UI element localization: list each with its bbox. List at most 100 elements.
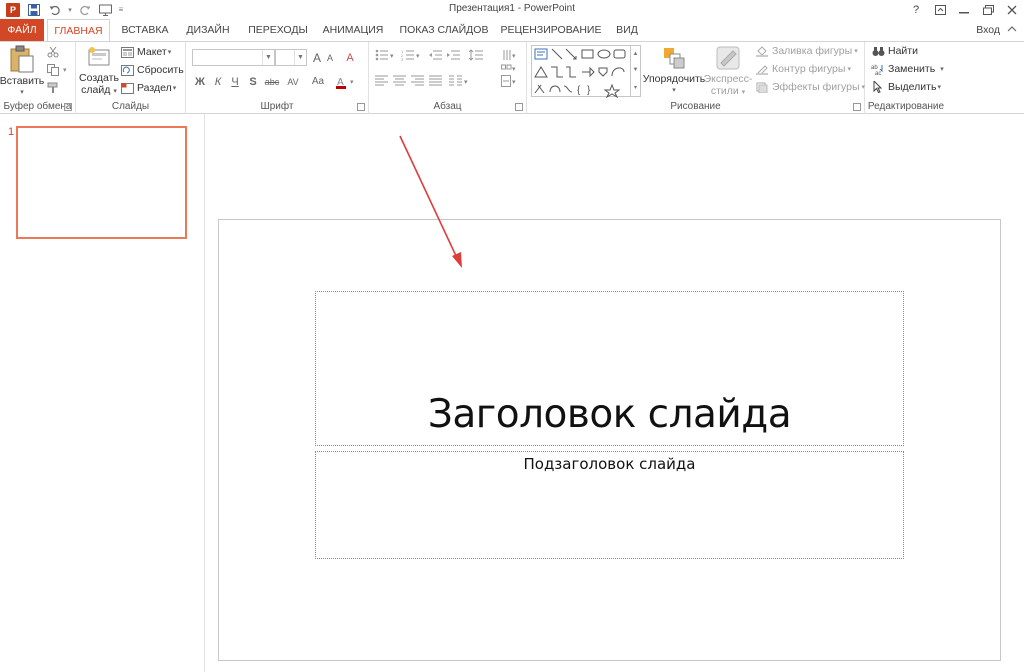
new-slide-icon: [88, 47, 110, 66]
align-center-icon[interactable]: [393, 75, 407, 87]
ribbon-display-options-icon[interactable]: [928, 0, 952, 19]
format-painter-icon: [46, 81, 60, 95]
columns-icon[interactable]: ▾: [449, 75, 471, 87]
tab-design[interactable]: ДИЗАЙН: [180, 19, 236, 41]
shape-outline-button[interactable]: Контур фигуры ▾: [755, 61, 851, 77]
effects-icon: [755, 80, 769, 94]
scissors-icon: [46, 45, 60, 59]
clear-format-button[interactable]: A: [343, 50, 357, 66]
thumbnail-number: 1: [8, 126, 15, 138]
align-left-icon[interactable]: [375, 75, 389, 87]
increase-indent-icon[interactable]: [447, 49, 461, 61]
justify-icon[interactable]: [429, 75, 443, 87]
paragraph-launcher-icon[interactable]: [515, 103, 523, 111]
select-label: Выделить: [888, 81, 937, 93]
bullets-button[interactable]: ▾: [375, 49, 397, 61]
slide-thumbnail-pane: 1: [0, 114, 205, 672]
copy-button[interactable]: ▾: [46, 62, 67, 78]
tab-view[interactable]: ВИД: [612, 19, 642, 41]
change-case-button[interactable]: Aa: [308, 74, 328, 90]
title-bar: P ▾ ≡ Презентация1 - PowerPoint ?: [0, 0, 1024, 19]
shrink-font-button[interactable]: A: [324, 50, 336, 66]
text-shadow-button[interactable]: S: [247, 74, 259, 90]
replace-button[interactable]: ab ac Заменить ▾: [871, 61, 944, 77]
tab-insert[interactable]: ВСТАВКА: [116, 19, 174, 41]
arrange-button[interactable]: Упорядочить ▾: [643, 45, 705, 97]
reset-button[interactable]: Сбросить: [120, 62, 184, 78]
subtitle-placeholder[interactable]: Подзаголовок слайда: [315, 451, 904, 559]
group-label-drawing: Рисование: [670, 101, 721, 112]
font-launcher-icon[interactable]: [357, 103, 365, 111]
ribbon: Вставить ▾ ▾ Буфер обмена Создать слайд …: [0, 41, 1024, 114]
underline-button[interactable]: Ч: [229, 74, 241, 90]
find-button[interactable]: Найти: [871, 43, 918, 59]
tab-slideshow[interactable]: ПОКАЗ СЛАЙДОВ: [396, 19, 492, 41]
clipboard-launcher-icon[interactable]: [64, 103, 72, 111]
font-name-dropdown-icon: ▼: [262, 50, 274, 65]
bullets-icon: ▾: [375, 49, 394, 61]
new-slide-label-2: слайд: [81, 84, 111, 96]
text-direction-icon[interactable]: ▾: [501, 49, 517, 61]
tab-file[interactable]: ФАЙЛ: [0, 19, 44, 41]
quick-styles-button[interactable]: Экспресс- стили ▾: [703, 45, 753, 99]
font-color-icon: A ▾: [336, 77, 354, 89]
section-button[interactable]: Раздел ▾: [120, 80, 176, 96]
svg-text:ac: ac: [875, 71, 881, 75]
align-text-icon[interactable]: ▾: [501, 75, 517, 87]
close-icon[interactable]: [1000, 0, 1024, 19]
shapes-gallery[interactable]: {}: [531, 45, 631, 98]
replace-icon: ab ac: [871, 62, 885, 76]
line-spacing-icon[interactable]: [469, 49, 489, 61]
drawing-launcher-icon[interactable]: [853, 103, 861, 111]
arrange-label: Упорядочить: [642, 73, 706, 85]
align-right-icon[interactable]: [411, 75, 425, 87]
shapes-gallery-scroll[interactable]: ▲ ▼ ▾: [631, 45, 641, 97]
tab-review[interactable]: РЕЦЕНЗИРОВАНИЕ: [500, 19, 602, 41]
group-label-font: Шрифт: [260, 101, 294, 112]
numbering-button[interactable]: 1 2 3 ▾: [401, 49, 423, 61]
slide[interactable]: Заголовок слайда Подзаголовок слайда: [218, 219, 1001, 661]
help-button[interactable]: ?: [904, 0, 928, 19]
window-title: Презентация1 - PowerPoint: [449, 3, 575, 14]
title-placeholder[interactable]: Заголовок слайда: [315, 291, 904, 446]
subtitle-placeholder-text: Подзаголовок слайда: [523, 455, 696, 473]
format-painter-button[interactable]: [46, 80, 63, 96]
minimize-icon[interactable]: [952, 0, 976, 19]
font-size-dropdown-icon: ▼: [294, 50, 306, 65]
grow-font-button[interactable]: A: [311, 50, 323, 66]
svg-text:▾: ▾: [512, 79, 516, 86]
bold-button[interactable]: Ж: [194, 74, 206, 90]
new-slide-button[interactable]: Создать слайд ▾: [78, 45, 120, 98]
cut-button[interactable]: [46, 44, 63, 60]
font-color-button[interactable]: A ▾: [336, 75, 360, 89]
slide-thumbnail[interactable]: [16, 126, 187, 239]
select-button[interactable]: Выделить ▾: [871, 79, 941, 95]
quick-styles-label-1: Экспресс-: [703, 73, 753, 85]
sign-in-link[interactable]: Вход: [976, 19, 1000, 41]
decrease-indent-icon[interactable]: [429, 49, 443, 61]
svg-text:▾: ▾: [512, 53, 516, 60]
collapse-ribbon-icon[interactable]: [1006, 24, 1018, 36]
group-editing: Найти ab ac Заменить ▾ Выделить ▾ Редактиро…: [865, 42, 947, 114]
svg-text:3: 3: [401, 57, 404, 61]
layout-button[interactable]: Макет ▾: [120, 44, 171, 60]
restore-icon[interactable]: [976, 0, 1000, 19]
font-size-combo[interactable]: ▼: [275, 49, 307, 66]
tab-animations[interactable]: АНИМАЦИЯ: [318, 19, 388, 41]
group-slides: Создать слайд ▾ Макет ▾ Сбросить Раздел ▾ …: [76, 42, 186, 114]
italic-button[interactable]: К: [212, 74, 224, 90]
smartart-icon[interactable]: ▾: [501, 62, 517, 74]
character-spacing-button[interactable]: AV: [284, 74, 302, 90]
strikethrough-button[interactable]: abc: [263, 74, 281, 90]
replace-label: Заменить: [888, 63, 936, 75]
shape-effects-button[interactable]: Эффекты фигуры ▾: [755, 79, 865, 95]
tab-home[interactable]: ГЛАВНАЯ: [47, 19, 110, 42]
shape-outline-label: Контур фигуры: [772, 63, 846, 75]
group-paragraph: ▾ 1 2 3 ▾ ▾ ▾ ▾ ▾ Абзац: [369, 42, 527, 114]
paste-button[interactable]: Вставить ▾: [0, 45, 44, 99]
svg-text:▾: ▾: [416, 53, 420, 60]
font-name-combo[interactable]: ▼: [192, 49, 275, 66]
tab-transitions[interactable]: ПЕРЕХОДЫ: [245, 19, 311, 41]
shape-fill-button[interactable]: Заливка фигуры ▾: [755, 43, 858, 59]
copy-icon: [46, 63, 60, 77]
